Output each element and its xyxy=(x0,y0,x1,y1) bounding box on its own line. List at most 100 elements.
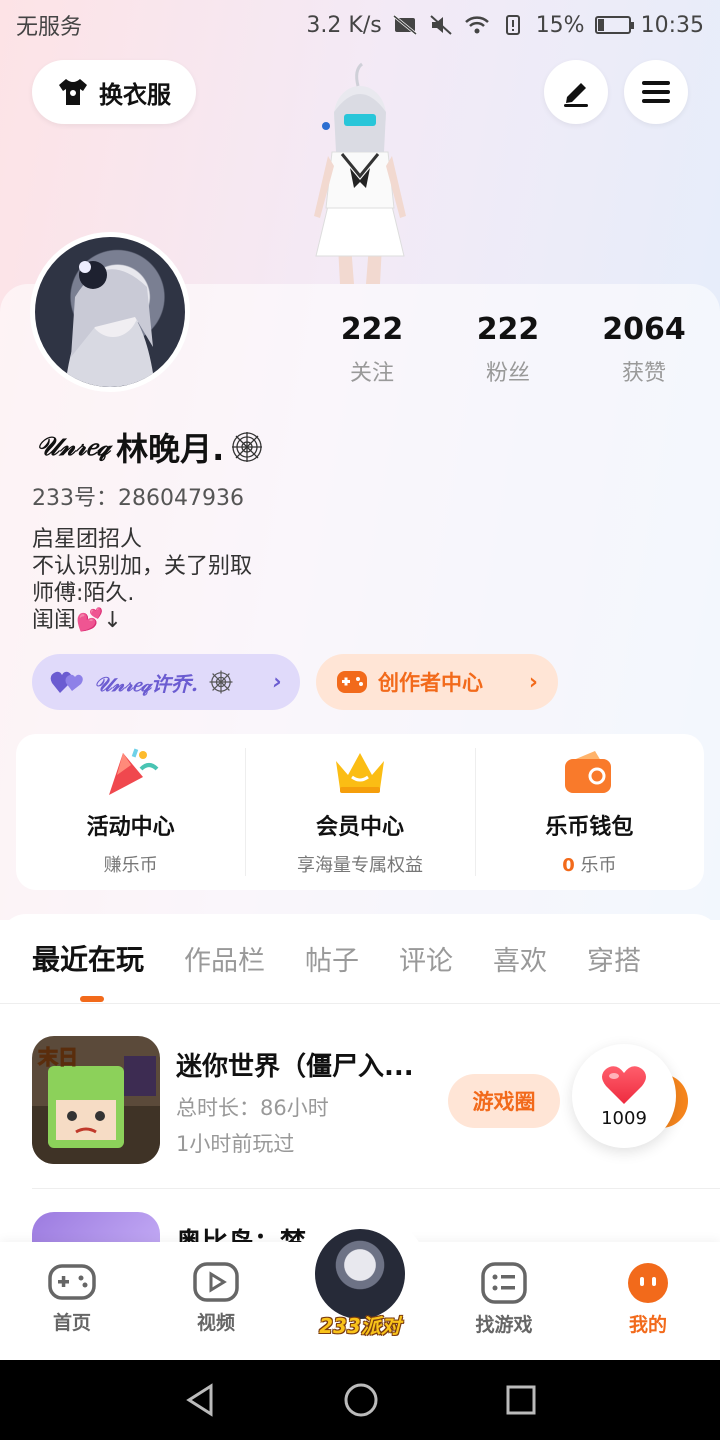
nav-home[interactable]: 首页 xyxy=(22,1262,122,1335)
nav-party-label[interactable]: 233派对 xyxy=(310,1310,410,1339)
list-icon xyxy=(481,1262,527,1304)
nav-find-games[interactable]: 找游戏 xyxy=(454,1262,554,1337)
mute-icon xyxy=(430,15,452,35)
coin-balance: 0 xyxy=(562,855,575,876)
stat-followers[interactable]: 222 粉丝 xyxy=(440,312,576,387)
tab-likes[interactable]: 喜欢 xyxy=(493,939,547,978)
gamepad-icon xyxy=(48,1264,96,1300)
recents-icon[interactable] xyxy=(505,1384,537,1416)
wallet-sub: 0 乐币 xyxy=(562,851,616,877)
no-sim-icon xyxy=(392,14,417,36)
like-count: 1009 xyxy=(601,1107,647,1129)
gamepad-icon xyxy=(337,671,367,693)
menu-button[interactable] xyxy=(624,60,688,124)
chevron-right-icon: › xyxy=(272,669,282,695)
nav-me-label: 我的 xyxy=(628,1314,667,1336)
bestie-link-button[interactable]: 𝒰𝓃𝓇𝑒𝓆许乔. › xyxy=(32,654,300,710)
coin-unit: 乐币 xyxy=(580,855,617,876)
pencil-icon xyxy=(564,83,588,107)
avatar[interactable] xyxy=(30,232,190,392)
bio-line: 师傅:陌久. xyxy=(32,581,135,606)
divider xyxy=(0,1003,720,1004)
game-title: 奥比岛：梦 xyxy=(176,1222,306,1242)
followers-count: 222 xyxy=(476,312,540,347)
user-id[interactable]: 233号：286047936 xyxy=(32,480,244,512)
divider xyxy=(32,1188,720,1189)
profile-tabs: 最近在玩 作品栏 帖子 评论 喜欢 穿搭 xyxy=(32,938,641,978)
change-outfit-label: 换衣服 xyxy=(99,80,171,109)
battery-icon xyxy=(594,16,634,34)
spiderweb-icon xyxy=(209,670,233,694)
carrier-text: 无服务 xyxy=(16,15,83,40)
activity-center-button[interactable]: 活动中心 赚乐币 xyxy=(16,734,245,890)
game-duration: 总时长：86小时 xyxy=(176,1096,329,1120)
bio-line: 不认识别加，关了别取 xyxy=(32,554,253,579)
tab-outfits[interactable]: 穿搭 xyxy=(587,939,641,978)
bestie-label: 𝒰𝓃𝓇𝑒𝓆许乔. xyxy=(94,671,198,696)
creator-center-button[interactable]: 创作者中心 › xyxy=(316,654,558,710)
avatar-character xyxy=(314,62,406,284)
heart-icon xyxy=(602,1065,646,1104)
game-last-played: 1小时前玩过 xyxy=(176,1132,295,1156)
change-outfit-button[interactable]: 换衣服 xyxy=(32,60,196,124)
nav-home-label: 首页 xyxy=(52,1312,91,1334)
activity-center-title: 活动中心 xyxy=(86,815,175,840)
nickname: 𝒰𝓃𝓇𝑒𝓆 林晚月. xyxy=(36,424,264,470)
following-count: 222 xyxy=(340,312,404,347)
likes-label: 获赞 xyxy=(621,361,666,386)
bio-line: 启星团招人 xyxy=(32,527,143,552)
shirt-icon xyxy=(59,79,87,105)
profile-face-icon xyxy=(628,1263,668,1303)
wifi-icon xyxy=(464,16,489,34)
game-icon xyxy=(32,1212,160,1242)
member-center-button[interactable]: 会员中心 享海量专属权益 xyxy=(245,734,474,890)
nav-video-label: 视频 xyxy=(196,1312,235,1334)
edit-profile-button[interactable] xyxy=(544,60,608,124)
game-icon: 末日 xyxy=(32,1036,160,1164)
creator-center-label: 创作者中心 xyxy=(378,671,483,695)
nav-me[interactable]: 我的 xyxy=(598,1262,698,1337)
wallet-title: 乐币钱包 xyxy=(545,815,634,840)
stat-following[interactable]: 222 关注 xyxy=(304,312,440,387)
chevron-right-icon: › xyxy=(528,669,538,695)
member-center-title: 会员中心 xyxy=(315,815,404,840)
battery-alert-icon xyxy=(505,15,520,35)
network-speed: 3.2 K/s xyxy=(306,12,382,38)
crown-icon xyxy=(335,753,384,793)
tab-indicator xyxy=(80,996,104,1002)
wallet-button[interactable]: 乐币钱包 0 乐币 xyxy=(474,734,704,890)
nav-party-avatar[interactable] xyxy=(312,1226,408,1322)
home-icon[interactable] xyxy=(343,1382,379,1418)
bio: 启星团招人 不认识别加，关了别取 师傅:陌久. 闺闺💕↓ xyxy=(32,526,252,634)
battery-percent: 15% xyxy=(535,12,585,38)
following-label: 关注 xyxy=(349,361,394,386)
back-icon[interactable] xyxy=(183,1382,217,1418)
spiderweb-icon xyxy=(232,432,263,462)
member-center-sub: 享海量专属权益 xyxy=(296,855,423,876)
clock: 10:35 xyxy=(640,12,704,38)
nav-find-games-label: 找游戏 xyxy=(475,1314,533,1336)
likes-count: 2064 xyxy=(602,312,686,347)
stat-likes[interactable]: 2064 获赞 xyxy=(576,312,712,387)
profile-stats: 222 关注 222 粉丝 2064 获赞 xyxy=(304,312,712,387)
tab-posts[interactable]: 帖子 xyxy=(305,939,359,978)
wallet-icon xyxy=(565,751,612,793)
game-circle-button[interactable]: 游戏圈 xyxy=(448,1074,560,1128)
nav-video[interactable]: 视频 xyxy=(166,1262,266,1335)
status-bar: 无服务 3.2 K/s 15% 10:35 xyxy=(0,0,720,50)
double-heart-icon xyxy=(50,671,83,693)
nickname-prefix: 𝒰𝓃𝓇𝑒𝓆 xyxy=(36,431,111,462)
tab-works[interactable]: 作品栏 xyxy=(184,939,265,978)
activity-center-sub: 赚乐币 xyxy=(103,855,158,876)
menu-icon xyxy=(642,81,670,103)
game-icon-text: 末日 xyxy=(38,1045,78,1069)
status-icons: 3.2 K/s 15% 10:35 xyxy=(306,13,704,38)
game-title: 迷你世界（僵尸入... xyxy=(176,1052,414,1082)
tab-comments[interactable]: 评论 xyxy=(399,939,453,978)
services-card: 活动中心 赚乐币 会员中心 享海量专属权益 乐币钱包 0 乐币 xyxy=(16,734,704,890)
nickname-text: 林晚月. xyxy=(116,430,225,468)
tab-recent[interactable]: 最近在玩 xyxy=(32,938,144,978)
like-floating-button[interactable]: 1009 xyxy=(572,1044,676,1148)
bio-line: 闺闺💕↓ xyxy=(32,608,122,633)
system-nav-bar xyxy=(0,1360,720,1440)
